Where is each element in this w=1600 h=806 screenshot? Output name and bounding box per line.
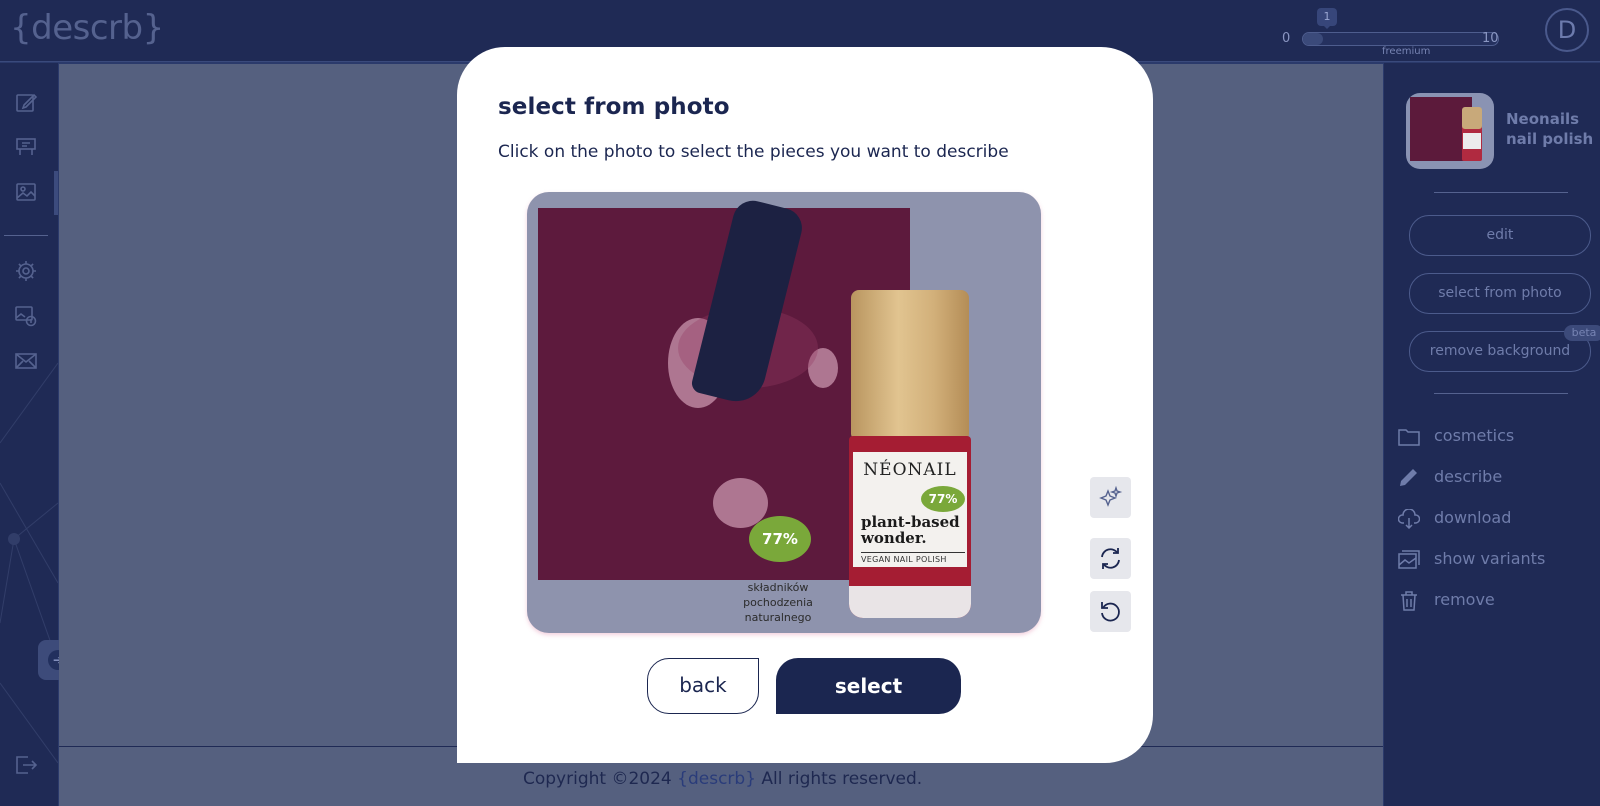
natural-ingredients-badge: 77% bbox=[749, 516, 811, 562]
pencil-icon bbox=[1400, 469, 1417, 486]
bottle-subclaim: VEGAN NAIL POLISH bbox=[861, 552, 965, 564]
select-from-photo-modal: select from photo Click on the photo to … bbox=[457, 47, 1153, 763]
sidebar-divider bbox=[4, 235, 48, 236]
panel-divider bbox=[1434, 393, 1568, 394]
undo-icon bbox=[1101, 602, 1120, 622]
sidebar-active-indicator bbox=[54, 171, 58, 215]
left-sidebar bbox=[0, 63, 58, 806]
panel-divider bbox=[1434, 192, 1568, 193]
quota-max: 10 bbox=[1482, 31, 1499, 46]
footer-copyright: Copyright ©2024 {descrb} All rights rese… bbox=[523, 769, 922, 789]
usage-quota: 0 1 10 freemium bbox=[1282, 8, 1522, 58]
logout-icon[interactable] bbox=[14, 753, 38, 777]
quota-current-marker: 1 bbox=[1317, 8, 1337, 29]
undo-button[interactable] bbox=[1090, 591, 1131, 632]
images-icon bbox=[1398, 550, 1420, 569]
nail-polish-bottle: NÉONAIL 77% plant-based wonder. VEGAN NA… bbox=[849, 290, 971, 620]
edit-button[interactable]: edit bbox=[1409, 215, 1591, 256]
gear-icon[interactable] bbox=[14, 259, 38, 283]
select-from-photo-button[interactable]: select from photo bbox=[1409, 273, 1591, 314]
quota-progress-bar bbox=[1302, 32, 1499, 46]
badge-caption: składników pochodzenia naturalnego bbox=[743, 581, 813, 624]
select-button[interactable]: select bbox=[776, 658, 961, 714]
folder-icon bbox=[1398, 429, 1420, 446]
product-thumbnail[interactable] bbox=[1406, 93, 1494, 169]
app-logo[interactable]: {descrb} bbox=[10, 8, 164, 48]
trash-icon bbox=[1401, 591, 1417, 611]
footer-brand: {descrb} bbox=[677, 769, 757, 789]
refresh-icon bbox=[1101, 548, 1120, 569]
plan-label: freemium bbox=[1382, 46, 1431, 57]
cloud-download-icon bbox=[1398, 509, 1420, 529]
back-button[interactable]: back bbox=[647, 658, 759, 714]
modal-title: select from photo bbox=[498, 94, 730, 120]
envelope-icon[interactable] bbox=[14, 349, 38, 373]
user-avatar[interactable]: D bbox=[1545, 8, 1589, 52]
refresh-button[interactable] bbox=[1090, 538, 1131, 579]
quota-min: 0 bbox=[1282, 31, 1291, 46]
edit-icon[interactable] bbox=[14, 91, 38, 115]
product-name: Neonails nail polish bbox=[1506, 110, 1594, 148]
modal-subtitle: Click on the photo to select the pieces … bbox=[498, 142, 1009, 162]
beta-badge: beta bbox=[1564, 325, 1600, 341]
sparkles-icon bbox=[1099, 485, 1123, 507]
footer-suffix: All rights reserved. bbox=[761, 769, 923, 789]
bottle-cap bbox=[851, 290, 969, 438]
remove-background-button[interactable]: remove background bbox=[1409, 331, 1591, 372]
image-icon[interactable] bbox=[14, 180, 38, 204]
auto-select-button[interactable] bbox=[1090, 477, 1131, 518]
footer-prefix: Copyright ©2024 bbox=[523, 769, 672, 789]
product-photo-canvas[interactable]: 77% składników pochodzenia naturalnego N… bbox=[527, 192, 1041, 633]
image-settings-icon[interactable] bbox=[14, 304, 38, 328]
product-panel: Neonails nail polish edit select from ph… bbox=[1384, 63, 1600, 806]
bottle-brand: NÉONAIL bbox=[863, 460, 957, 480]
bottle-percent-badge: 77% bbox=[921, 486, 965, 512]
bottle-label: NÉONAIL 77% plant-based wonder. VEGAN NA… bbox=[853, 452, 967, 567]
billboard-icon[interactable] bbox=[14, 135, 38, 159]
network-background-decoration bbox=[0, 362, 58, 764]
bottle-claim: plant-based wonder. bbox=[861, 513, 960, 547]
quota-progress-fill bbox=[1303, 33, 1323, 45]
